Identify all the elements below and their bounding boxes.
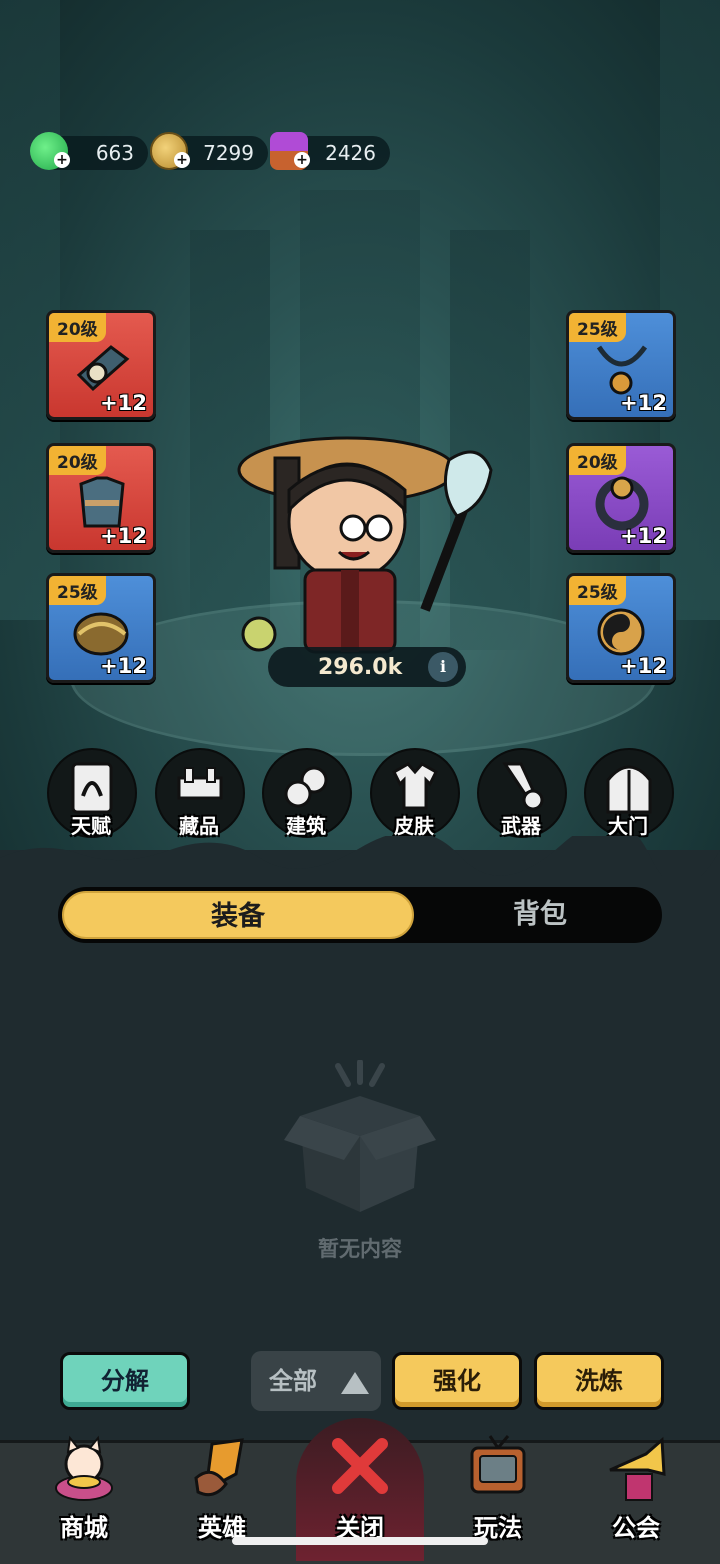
filter-dropdown[interactable]: 全部 <box>251 1351 381 1411</box>
info-icon[interactable]: i <box>428 652 458 682</box>
feature-talent[interactable]: 天赋 <box>47 748 137 838</box>
currency-chest[interactable]: + 2426 <box>270 132 390 170</box>
slot-bonus: +12 <box>100 524 147 548</box>
weapon-icon <box>502 762 544 811</box>
slot-level: 20级 <box>49 446 106 475</box>
feature-label: 武器 <box>501 814 541 838</box>
nav-label: 商城 <box>60 1514 108 1542</box>
power-value: 296.0k <box>318 654 403 680</box>
currency-coin[interactable]: + 7299 <box>150 132 268 170</box>
feature-label: 藏品 <box>179 814 219 838</box>
tab-equipment[interactable]: 装备 <box>62 891 414 939</box>
hero-weapon-icon <box>194 1438 244 1497</box>
skin-icon <box>392 762 438 810</box>
necklace-icon <box>596 345 648 395</box>
taiji-amulet-icon <box>597 608 645 656</box>
character-scene <box>0 0 720 870</box>
slot-bonus: +12 <box>620 524 667 548</box>
nav-shop[interactable]: 商城 <box>14 1435 154 1561</box>
boots-icon <box>73 612 129 656</box>
slot-bonus: +12 <box>100 654 147 678</box>
empty-box-icon <box>284 1060 436 1212</box>
slot-bonus: +12 <box>100 391 147 415</box>
filter-label: 全部 <box>269 1367 317 1395</box>
add-chest-icon[interactable]: + <box>294 152 310 168</box>
empty-state-text: 暂无内容 <box>318 1237 402 1261</box>
slot-level: 20级 <box>49 313 106 342</box>
feature-label: 天赋 <box>71 814 111 838</box>
feature-building[interactable]: 建筑 <box>262 748 352 838</box>
talent-icon <box>71 762 113 814</box>
collection-icon <box>177 767 223 800</box>
robe-icon <box>79 476 125 528</box>
trumpet-icon <box>609 1436 666 1501</box>
building-icon <box>284 766 328 808</box>
tab-bar: 装备 背包 <box>58 887 662 943</box>
home-indicator[interactable] <box>232 1537 488 1545</box>
combat-power: 296.0k i <box>268 647 466 687</box>
equip-slot-robe[interactable]: 20级 +12 <box>46 443 156 553</box>
jade-value: 663 <box>95 141 134 165</box>
feature-gate[interactable]: 大门 <box>584 748 674 838</box>
slot-level: 25级 <box>569 576 626 605</box>
feature-label: 大门 <box>608 814 648 838</box>
triangle-up-icon <box>341 1372 369 1394</box>
ring-icon <box>595 476 649 531</box>
add-jade-icon[interactable]: + <box>54 152 70 168</box>
equip-slot-amulet[interactable]: 25级 +12 <box>566 573 676 683</box>
feature-label: 建筑 <box>286 814 326 838</box>
currency-jade[interactable]: + 663 <box>30 132 148 170</box>
equip-slot-hat[interactable]: 20级 +12 <box>46 310 156 420</box>
hero-character[interactable] <box>235 410 495 660</box>
decompose-button[interactable]: 分解 <box>60 1352 190 1410</box>
close-icon <box>332 1438 388 1494</box>
gate-icon <box>606 765 652 814</box>
chest-value: 2426 <box>325 141 376 165</box>
lucky-cat-icon <box>55 1435 113 1501</box>
nav-guild[interactable]: 公会 <box>566 1436 706 1561</box>
equip-slot-ring[interactable]: 20级 +12 <box>566 443 676 553</box>
slot-level: 20级 <box>569 446 626 475</box>
panel-edge-decoration <box>0 836 720 876</box>
enhance-button[interactable]: 强化 <box>392 1352 522 1410</box>
feature-skin[interactable]: 皮肤 <box>370 748 460 838</box>
equip-slot-necklace[interactable]: 25级 +12 <box>566 310 676 420</box>
equip-slot-boots[interactable]: 25级 +12 <box>46 573 156 683</box>
slot-bonus: +12 <box>620 654 667 678</box>
hat-icon <box>76 345 130 392</box>
feature-label: 皮肤 <box>394 814 434 838</box>
feature-weapon[interactable]: 武器 <box>477 748 567 838</box>
slot-level: 25级 <box>569 313 626 342</box>
refine-button[interactable]: 洗炼 <box>534 1352 664 1410</box>
tv-icon <box>470 1435 526 1494</box>
add-coin-icon[interactable]: + <box>174 152 190 168</box>
slot-level: 25级 <box>49 576 106 605</box>
tab-backpack[interactable]: 背包 <box>418 887 662 943</box>
feature-collection[interactable]: 藏品 <box>155 748 245 838</box>
coin-value: 7299 <box>203 141 254 165</box>
slot-bonus: +12 <box>620 391 667 415</box>
nav-label: 公会 <box>612 1514 660 1542</box>
